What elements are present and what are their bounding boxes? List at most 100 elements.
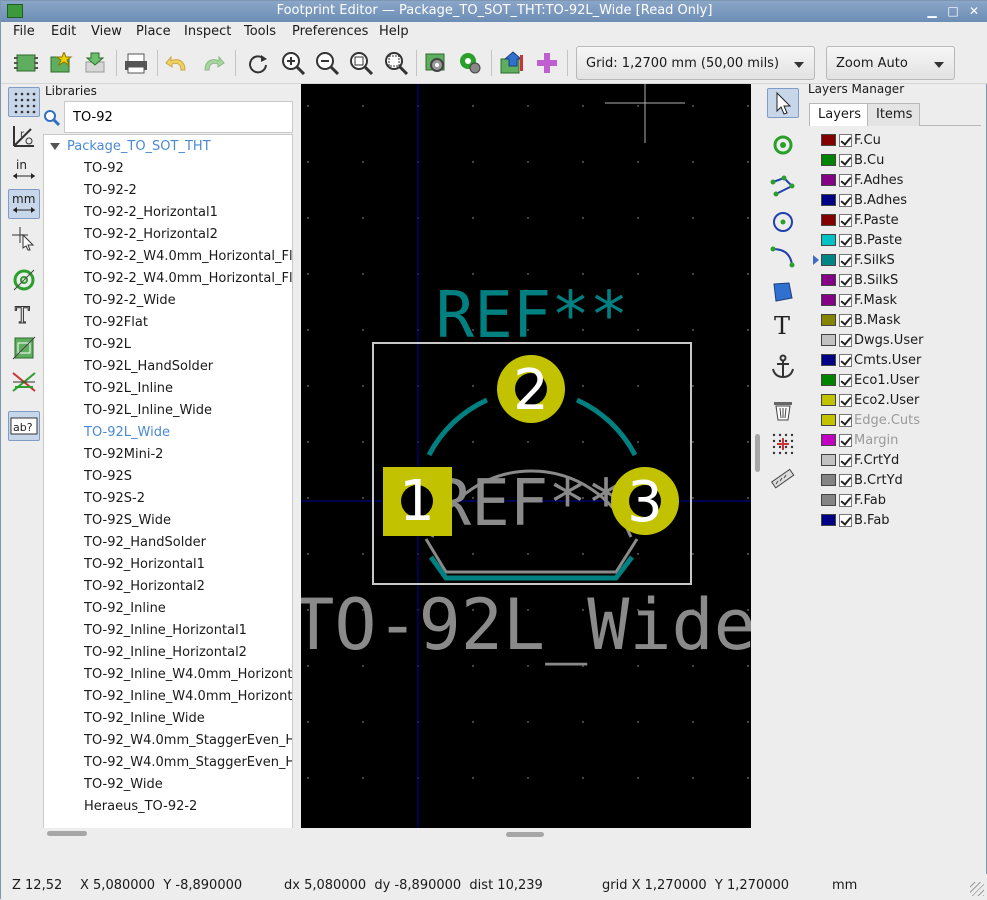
- polar-coords-icon[interactable]: r: [8, 121, 40, 151]
- layer-color-swatch[interactable]: [821, 394, 836, 406]
- layer-row[interactable]: Edge.Cuts: [821, 410, 920, 430]
- add-polygon-icon[interactable]: [767, 277, 799, 307]
- layer-visibility-checkbox[interactable]: [839, 133, 852, 147]
- layer-visibility-checkbox[interactable]: [839, 373, 852, 387]
- insert-into-board-icon[interactable]: [533, 49, 561, 77]
- layer-row[interactable]: Cmts.User: [821, 350, 921, 370]
- grid-select[interactable]: Grid: 1,2700 mm (50,00 mils): [576, 46, 815, 80]
- footprint-list-item[interactable]: Heraeus_TO-92-2: [84, 796, 197, 818]
- tab-items[interactable]: Items: [867, 103, 920, 126]
- footprint-list-item[interactable]: TO-92_Wide: [84, 774, 163, 796]
- layer-visibility-checkbox[interactable]: [839, 213, 852, 227]
- layer-row[interactable]: Eco1.User: [821, 370, 919, 390]
- footprint-properties-icon[interactable]: [422, 49, 450, 77]
- layer-visibility-checkbox[interactable]: [839, 313, 852, 327]
- footprint-list-item[interactable]: TO-92-2_Horizontal1: [84, 202, 218, 224]
- layer-row[interactable]: B.Cu: [821, 150, 884, 170]
- footprint-list-item[interactable]: TO-92-2_W4.0mm_Horizontal_FlatS: [84, 246, 292, 268]
- layer-visibility-checkbox[interactable]: [839, 353, 852, 367]
- tab-layers[interactable]: Layers: [809, 103, 868, 126]
- load-from-board-icon[interactable]: [498, 49, 526, 77]
- footprint-list-item[interactable]: TO-92_W4.0mm_StaggerEven_Hor: [84, 752, 292, 774]
- zoom-in-icon[interactable]: [279, 49, 307, 77]
- footprint-list-item[interactable]: TO-92S_Wide: [84, 510, 171, 532]
- footprint-list-item[interactable]: TO-92-2: [84, 180, 137, 202]
- mm-units-icon[interactable]: mm: [8, 189, 40, 219]
- add-line-icon[interactable]: [767, 171, 799, 201]
- layer-color-swatch[interactable]: [821, 474, 836, 486]
- layer-row[interactable]: B.Fab: [821, 510, 890, 530]
- library-expand-item[interactable]: Package_TO_SOT_THT: [50, 136, 211, 158]
- layer-visibility-checkbox[interactable]: [839, 293, 852, 307]
- text-autocomplete-icon[interactable]: ab?: [8, 411, 40, 441]
- grid-origin-icon[interactable]: [767, 429, 799, 459]
- cursor-crosshair-icon[interactable]: [8, 223, 40, 253]
- layer-visibility-checkbox[interactable]: [839, 513, 852, 527]
- layer-visibility-checkbox[interactable]: [839, 333, 852, 347]
- text-sketch-icon[interactable]: T: [8, 299, 40, 329]
- undo-icon[interactable]: [164, 49, 192, 77]
- add-text-icon[interactable]: T: [767, 310, 799, 340]
- layer-visibility-checkbox[interactable]: [839, 453, 852, 467]
- footprint-list-item[interactable]: TO-92_Inline_W4.0mm_Horizontal: [84, 664, 292, 686]
- scrollbar-thumb[interactable]: [506, 832, 544, 837]
- footprint-list-item[interactable]: TO-92_W4.0mm_StaggerEven_Hor: [84, 730, 292, 752]
- layer-row[interactable]: B.SilkS: [821, 270, 898, 290]
- footprint-list-item[interactable]: TO-92: [84, 158, 124, 180]
- print-icon[interactable]: [122, 49, 150, 77]
- footprint-list-item[interactable]: TO-92-2_Wide: [84, 290, 176, 312]
- layer-row[interactable]: Dwgs.User: [821, 330, 923, 350]
- search-input[interactable]: [64, 101, 293, 133]
- canvas-horizontal-scrollbar[interactable]: [301, 828, 751, 840]
- layer-visibility-checkbox[interactable]: [839, 393, 852, 407]
- layer-color-swatch[interactable]: [821, 454, 836, 466]
- layer-color-swatch[interactable]: [821, 254, 836, 266]
- maximize-icon[interactable]: □: [944, 3, 962, 19]
- footprint-canvas[interactable]: REF** REF** TO-92L_Wide 1 2 3: [301, 84, 751, 828]
- menu-tools[interactable]: Tools: [244, 24, 276, 39]
- footprint-list-item[interactable]: TO-92_Inline_Horizontal1: [84, 620, 247, 642]
- layer-color-swatch[interactable]: [821, 154, 836, 166]
- add-pad-icon[interactable]: [767, 130, 799, 160]
- footprint-list-item[interactable]: TO-92-2_Horizontal2: [84, 224, 218, 246]
- graphic-sketch-icon[interactable]: [8, 333, 40, 363]
- footprint-list-item[interactable]: TO-92_Horizontal2: [84, 576, 205, 598]
- footprint-list-item[interactable]: TO-92S-2: [84, 488, 145, 510]
- select-arrow-icon[interactable]: [767, 88, 799, 118]
- footprint-list-item[interactable]: TO-92L_Wide: [84, 422, 170, 444]
- pad-settings-icon[interactable]: [456, 49, 484, 77]
- layer-color-swatch[interactable]: [821, 314, 836, 326]
- grid-dots-icon[interactable]: [8, 87, 40, 117]
- footprint-list-item[interactable]: TO-92S: [84, 466, 132, 488]
- layer-row[interactable]: F.Mask: [821, 290, 897, 310]
- layer-row[interactable]: F.Paste: [821, 210, 899, 230]
- layer-visibility-checkbox[interactable]: [839, 433, 852, 447]
- menu-help[interactable]: Help: [379, 24, 409, 39]
- inch-units-icon[interactable]: in: [8, 155, 40, 185]
- layer-color-swatch[interactable]: [821, 274, 836, 286]
- layer-row[interactable]: B.Mask: [821, 310, 901, 330]
- close-icon[interactable]: ✕: [965, 3, 983, 19]
- layer-visibility-checkbox[interactable]: [839, 253, 852, 267]
- layer-row[interactable]: B.Adhes: [821, 190, 907, 210]
- menu-file[interactable]: File: [13, 24, 35, 39]
- menu-preferences[interactable]: Preferences: [292, 24, 368, 39]
- resize-grip-icon[interactable]: [970, 882, 984, 896]
- add-circle-icon[interactable]: [767, 207, 799, 237]
- canvas-vertical-scrollbar[interactable]: [751, 84, 763, 828]
- layer-row[interactable]: Eco2.User: [821, 390, 919, 410]
- menu-inspect[interactable]: Inspect: [184, 24, 231, 39]
- layer-color-swatch[interactable]: [821, 194, 836, 206]
- layer-row[interactable]: B.Paste: [821, 230, 902, 250]
- layer-color-swatch[interactable]: [821, 434, 836, 446]
- delete-icon[interactable]: [767, 395, 799, 425]
- layer-color-swatch[interactable]: [821, 334, 836, 346]
- layer-color-swatch[interactable]: [821, 414, 836, 426]
- layer-color-swatch[interactable]: [821, 234, 836, 246]
- footprint-list-item[interactable]: TO-92L_Inline_Wide: [84, 400, 212, 422]
- layer-row[interactable]: F.Cu: [821, 130, 881, 150]
- layer-color-swatch[interactable]: [821, 294, 836, 306]
- layer-color-swatch[interactable]: [821, 214, 836, 226]
- footprint-list-item[interactable]: TO-92L_Inline: [84, 378, 173, 400]
- tree-horizontal-scrollbar[interactable]: [43, 828, 293, 840]
